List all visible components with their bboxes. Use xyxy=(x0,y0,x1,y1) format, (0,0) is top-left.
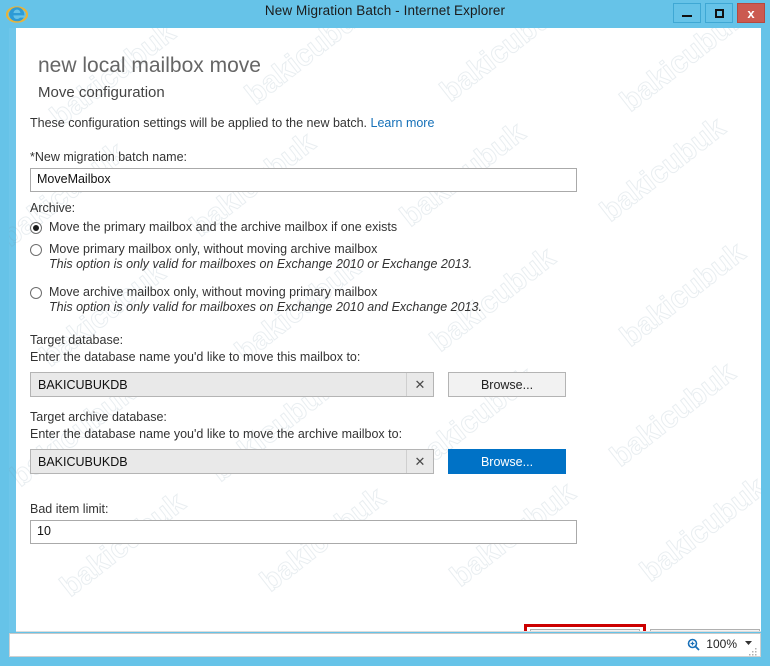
target-database-label: Target database: xyxy=(30,333,124,347)
page-subtitle: Move configuration xyxy=(38,84,165,101)
footer-divider xyxy=(16,631,761,632)
radio-icon[interactable] xyxy=(30,287,42,299)
left-accent-bar xyxy=(9,28,16,632)
learn-more-link[interactable]: Learn more xyxy=(371,116,435,130)
target-database-hint: Enter the database name you'd like to mo… xyxy=(30,350,361,364)
radio-help-text: This option is only valid for mailboxes … xyxy=(49,300,482,314)
window-controls: x xyxy=(673,3,765,23)
ie-window: New Migration Batch - Internet Explorer … xyxy=(0,0,770,666)
target-archive-database-hint: Enter the database name you'd like to mo… xyxy=(30,427,403,441)
maximize-button[interactable] xyxy=(705,3,733,23)
archive-option-primary-only[interactable]: Move primary mailbox only, without movin… xyxy=(30,242,472,271)
radio-label: Move the primary mailbox and the archive… xyxy=(49,220,398,234)
radio-label: Move archive mailbox only, without movin… xyxy=(49,285,378,299)
radio-icon[interactable] xyxy=(30,222,42,234)
minimize-icon xyxy=(682,15,692,17)
zoom-magnifier-icon[interactable] xyxy=(687,638,700,651)
intro-text: These configuration settings will be app… xyxy=(30,116,434,130)
archive-option-archive-only[interactable]: Move archive mailbox only, without movin… xyxy=(30,285,482,314)
page-title: new local mailbox move xyxy=(38,54,261,77)
target-archive-database-label: Target archive database: xyxy=(30,410,167,424)
resize-grip[interactable] xyxy=(748,644,758,656)
clear-icon[interactable]: ✕ xyxy=(406,373,433,396)
browse-target-database-button[interactable]: Browse... xyxy=(448,372,566,397)
intro-sentence: These configuration settings will be app… xyxy=(30,116,368,130)
browse-target-archive-database-button[interactable]: Browse... xyxy=(448,449,566,474)
zoom-level-label: 100% xyxy=(706,637,737,651)
radio-label: Move primary mailbox only, without movin… xyxy=(49,242,378,256)
window-titlebar[interactable]: New Migration Batch - Internet Explorer … xyxy=(0,0,770,27)
zoom-control[interactable]: 100% xyxy=(687,637,754,651)
minimize-button[interactable] xyxy=(673,3,701,23)
window-title: New Migration Batch - Internet Explorer xyxy=(264,3,506,18)
close-button[interactable]: x xyxy=(737,3,765,23)
dialog-page: bakicubuk bakicubuk bakicubuk bakicubuk … xyxy=(9,28,761,632)
bad-item-limit-input[interactable]: 10 xyxy=(30,520,577,544)
target-archive-database-input[interactable]: BAKICUBUKDB ✕ xyxy=(30,449,434,474)
archive-label: Archive: xyxy=(30,201,76,215)
batch-name-label: *New migration batch name: xyxy=(30,150,188,164)
target-database-value: BAKICUBUKDB xyxy=(38,377,128,392)
target-archive-database-value: BAKICUBUKDB xyxy=(38,454,128,469)
archive-option-primary-and-archive[interactable]: Move the primary mailbox and the archive… xyxy=(30,220,397,234)
batch-name-input[interactable]: MoveMailbox xyxy=(30,168,577,192)
bad-item-limit-label: Bad item limit: xyxy=(30,502,109,516)
maximize-icon xyxy=(714,8,724,18)
radio-icon[interactable] xyxy=(30,244,42,256)
radio-help-text: This option is only valid for mailboxes … xyxy=(49,257,473,271)
target-database-input[interactable]: BAKICUBUKDB ✕ xyxy=(30,372,434,397)
status-bar: 100% xyxy=(9,633,761,657)
clear-icon[interactable]: ✕ xyxy=(406,450,433,473)
